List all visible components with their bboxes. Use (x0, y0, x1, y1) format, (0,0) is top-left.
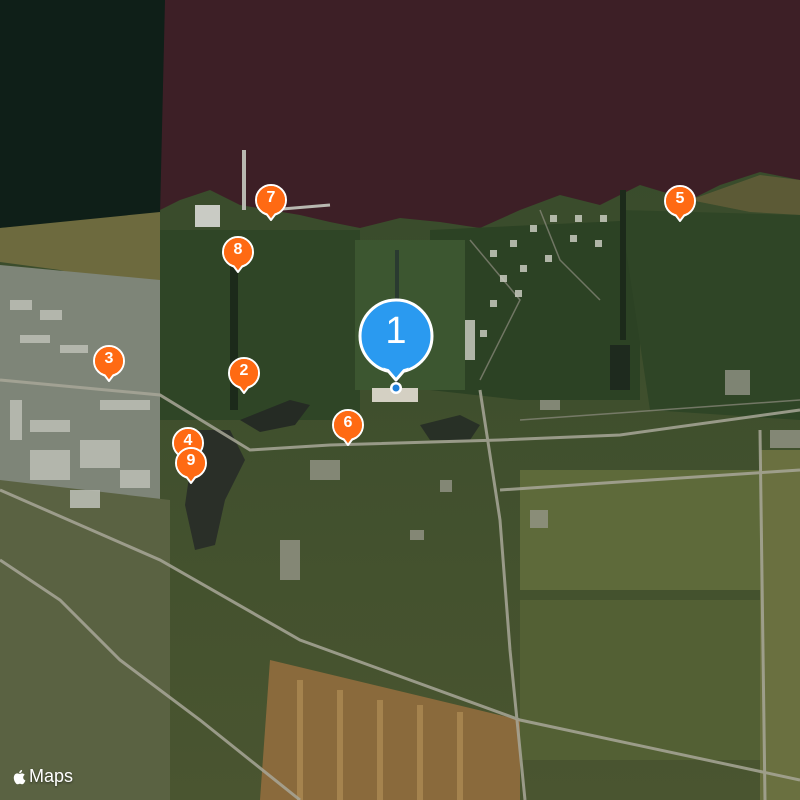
marker-label: 9 (186, 452, 196, 469)
map-marker-7[interactable]: 7 (254, 184, 288, 226)
map-marker-1[interactable]: 1 (358, 298, 434, 398)
marker-label: 5 (675, 190, 685, 207)
maps-attribution-label: Maps (29, 766, 74, 786)
maps-attribution[interactable]: Maps (12, 766, 73, 787)
marker-label: 2 (239, 362, 249, 379)
marker-label: 3 (104, 350, 114, 367)
map-marker-6[interactable]: 6 (331, 409, 365, 451)
map-imagery (0, 0, 800, 800)
map-marker-9[interactable]: 9 (174, 447, 208, 489)
marker-label: 8 (233, 241, 243, 258)
marker-label: 1 (385, 310, 407, 352)
apple-logo-icon (13, 769, 26, 784)
map-marker-5[interactable]: 5 (663, 185, 697, 227)
map-marker-3[interactable]: 3 (92, 345, 126, 387)
map-marker-8[interactable]: 8 (221, 236, 255, 278)
satellite-map[interactable]: 1 2 3 4 5 6 7 8 9 Maps (0, 0, 800, 800)
marker-label: 7 (266, 189, 276, 206)
marker-label: 6 (343, 414, 353, 431)
map-marker-2[interactable]: 2 (227, 357, 261, 399)
